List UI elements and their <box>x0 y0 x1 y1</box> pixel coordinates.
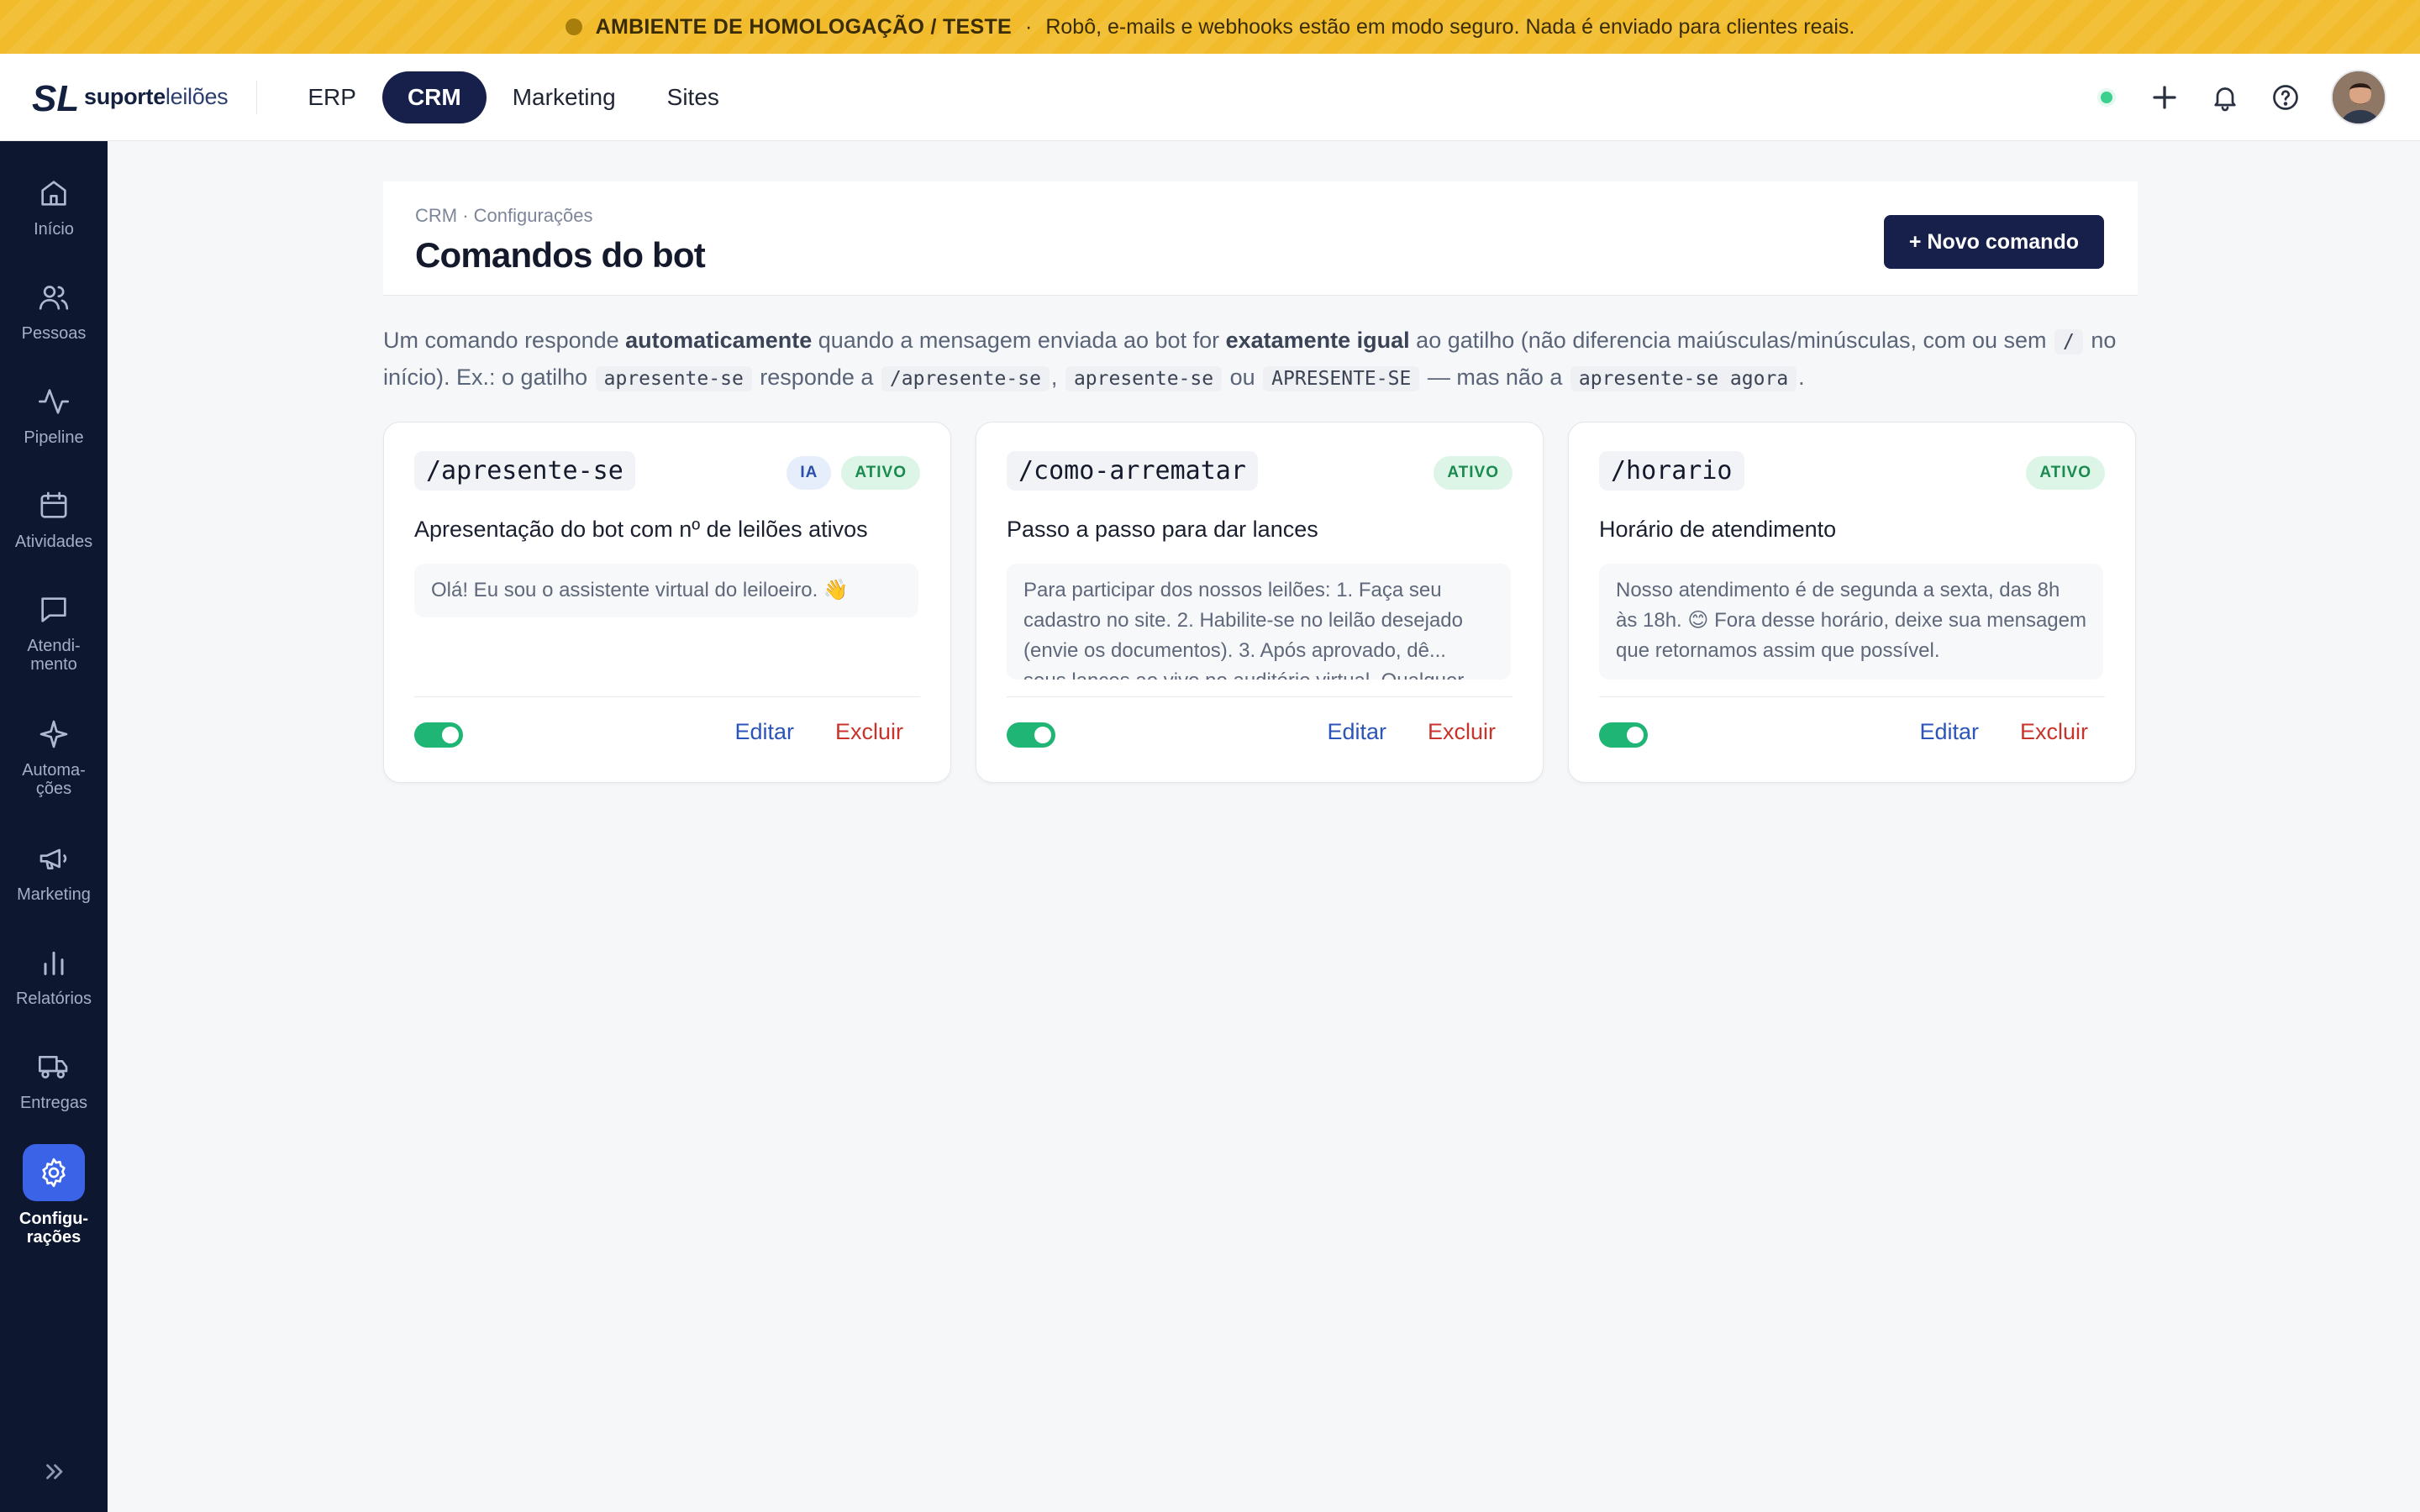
module-tab-sites[interactable]: Sites <box>642 71 744 123</box>
sidebar-item-label: Marketing <box>17 885 91 904</box>
sidebar-item-label: Início <box>34 220 74 239</box>
breadcrumb: CRM · Configurações <box>415 205 593 226</box>
sidebar-item-label: Pessoas <box>21 324 87 343</box>
module-tab-erp[interactable]: ERP <box>282 71 381 123</box>
new-command-button[interactable]: + Novo comando <box>1883 215 2104 269</box>
chat-icon <box>41 597 66 622</box>
brand-name: suporteleilões <box>84 84 229 109</box>
topbar-divider <box>256 80 258 114</box>
topbar-actions <box>2101 54 2386 141</box>
sidebar: Início Pessoas Pipeline Atividades Atend… <box>0 141 108 1512</box>
command-title: Apresentação do bot com nº de leilões at… <box>414 517 868 542</box>
sidebar-item-pipeline[interactable]: Pipeline <box>0 385 108 447</box>
command-response-preview: Olá! Eu sou o assistente virtual do leil… <box>414 564 918 617</box>
module-tab-marketing[interactable]: Marketing <box>487 71 641 123</box>
command-title: Horário de atendimento <box>1599 517 1837 542</box>
command-active-toggle[interactable] <box>414 722 463 748</box>
command-card-footer: Editar Excluir <box>414 696 920 784</box>
truck-icon <box>39 1056 68 1079</box>
bar-chart-icon <box>44 951 64 975</box>
command-active-toggle[interactable] <box>1007 722 1055 748</box>
command-trigger: /como-arrematar <box>1007 451 1258 491</box>
gear-icon <box>42 1158 66 1188</box>
command-badges: IA ATIVO <box>776 456 920 490</box>
bell-icon[interactable] <box>2210 82 2240 113</box>
command-trigger: /horario <box>1599 451 1744 491</box>
module-tab-crm[interactable]: CRM <box>381 71 487 123</box>
ai-badge: IA <box>786 456 832 490</box>
sidebar-item-label: Atendi- mento <box>27 637 81 674</box>
status-badge: ATIVO <box>1434 456 1512 490</box>
command-active-toggle[interactable] <box>1599 722 1648 748</box>
status-badge: ATIVO <box>841 456 920 490</box>
command-card-footer: Editar Excluir <box>1007 696 1512 784</box>
calendar-icon <box>40 491 67 518</box>
delete-command-button[interactable]: Excluir <box>835 719 903 745</box>
people-icon <box>39 286 69 310</box>
svg-text:SL: SL <box>32 78 79 118</box>
banner-message: Robô, e-mails e webhooks estão em modo s… <box>1045 14 1855 39</box>
sidebar-item-atividades[interactable]: Atividades <box>0 489 108 551</box>
command-card: /como-arrematar ATIVO Passo a passo para… <box>976 422 1544 783</box>
command-trigger: /apresente-se <box>414 451 635 491</box>
page-title: Comandos do bot <box>415 235 706 275</box>
sidebar-item-entregas[interactable]: Entregas <box>0 1050 108 1112</box>
sidebar-item-label: Relatórios <box>15 990 92 1008</box>
warning-dot-icon <box>565 18 582 35</box>
sidebar-item-configuracoes[interactable]: Configu- rações <box>0 1144 108 1247</box>
banner-title: AMBIENTE DE HOMOLOGAÇÃO / TESTE <box>595 14 1013 39</box>
edit-command-button[interactable]: Editar <box>734 719 794 745</box>
banner-separator: · <box>1025 14 1033 39</box>
logo-mark-icon: SL <box>32 78 79 118</box>
edit-command-button[interactable]: Editar <box>1919 719 1979 745</box>
expand-sidebar-icon[interactable] <box>39 1457 69 1487</box>
sidebar-item-relatorios[interactable]: Relatórios <box>0 946 108 1008</box>
top-navigation-bar: SL suporteleilões ERP CRM Marketing Site… <box>0 54 2420 141</box>
command-badges: ATIVO <box>2016 456 2105 490</box>
sidebar-item-marketing[interactable]: Marketing <box>0 842 108 904</box>
command-card: /apresente-se IA ATIVO Apresentação do b… <box>383 422 951 783</box>
page-header: CRM · Configurações Comandos do bot + No… <box>383 181 2138 296</box>
connection-status-icon <box>2101 92 2112 103</box>
edit-command-button[interactable]: Editar <box>1327 719 1386 745</box>
command-card-footer: Editar Excluir <box>1599 696 2105 784</box>
environment-banner: AMBIENTE DE HOMOLOGAÇÃO / TESTE · Robô, … <box>0 0 2420 54</box>
commands-description: Um comando responde automaticamente quan… <box>383 328 2117 391</box>
activity-icon <box>39 389 69 414</box>
megaphone-icon <box>39 848 67 869</box>
sidebar-item-label: Configu- rações <box>18 1210 89 1247</box>
brand-logo[interactable]: SL suporteleilões <box>32 54 229 141</box>
sidebar-item-automacoes[interactable]: Automa- ções <box>0 717 108 798</box>
sidebar-item-label: Pipeline <box>24 428 84 447</box>
sparkle-icon <box>39 720 68 748</box>
status-badge: ATIVO <box>2026 456 2105 490</box>
command-response-preview: Nosso atendimento é de segunda a sexta, … <box>1599 564 2103 680</box>
command-response-preview: Para participar dos nossos leilões: 1. F… <box>1007 564 1511 680</box>
sidebar-item-atendimento[interactable]: Atendi- mento <box>0 593 108 674</box>
sidebar-item-label: Automa- ções <box>22 761 86 798</box>
sidebar-active-highlight <box>23 1144 85 1201</box>
sidebar-item-label: Entregas <box>19 1094 88 1112</box>
delete-command-button[interactable]: Excluir <box>1428 719 1496 745</box>
command-card: /horario ATIVO Horário de atendimento No… <box>1568 422 2136 783</box>
sidebar-item-inicio[interactable]: Início <box>0 176 108 239</box>
home-icon <box>41 181 66 206</box>
plus-icon[interactable] <box>2149 82 2180 113</box>
sidebar-item-label: Atividades <box>14 533 93 551</box>
avatar-photo-icon <box>2333 71 2385 123</box>
command-title: Passo a passo para dar lances <box>1007 517 1318 542</box>
command-badges: ATIVO <box>1423 456 1512 490</box>
sidebar-item-pessoas[interactable]: Pessoas <box>0 281 108 343</box>
delete-command-button[interactable]: Excluir <box>2020 719 2088 745</box>
user-avatar[interactable] <box>2331 70 2386 125</box>
help-icon[interactable] <box>2270 82 2301 113</box>
